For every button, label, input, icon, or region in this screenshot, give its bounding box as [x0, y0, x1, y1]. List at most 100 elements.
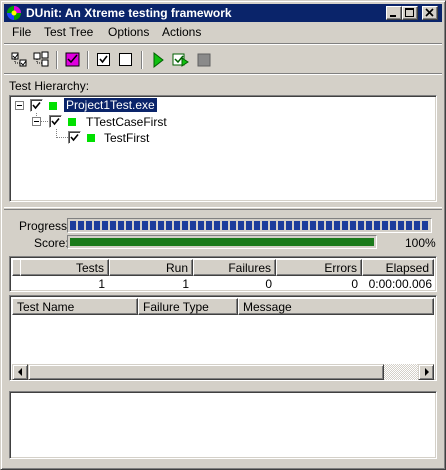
- progress-segment: [294, 221, 300, 230]
- minimize-button[interactable]: [386, 6, 402, 20]
- toolbar-separator: [87, 51, 89, 69]
- run-selected-button[interactable]: [170, 50, 190, 70]
- progress-segment: [262, 221, 268, 230]
- stats-header-tests[interactable]: Tests: [20, 259, 109, 276]
- menu-actions[interactable]: Actions: [160, 25, 203, 39]
- score-fill-bar: [70, 238, 374, 246]
- toolbar-top-separator: [4, 43, 442, 45]
- test-tree[interactable]: Project1Test.exe TTestCaseFirst TestFirs…: [9, 95, 437, 202]
- check-icon: [97, 53, 110, 66]
- title-bar[interactable]: DUnit: An Xtreme testing framework: [4, 4, 442, 22]
- run-button[interactable]: [148, 50, 168, 70]
- select-all-button[interactable]: [10, 50, 30, 70]
- scroll-left-button[interactable]: [12, 364, 28, 380]
- progress-segment: [374, 221, 380, 230]
- score-bar: [67, 235, 377, 249]
- maximize-button[interactable]: [402, 6, 418, 20]
- progress-segment: [230, 221, 236, 230]
- progress-segment: [150, 221, 156, 230]
- progress-segment: [158, 221, 164, 230]
- menu-bar: File Test Tree Options Actions: [4, 23, 442, 42]
- menu-file[interactable]: File: [10, 25, 33, 39]
- tree-node-label[interactable]: TTestCaseFirst: [86, 115, 167, 129]
- tree-node-label[interactable]: Project1Test.exe: [63, 97, 158, 113]
- progress-segment: [358, 221, 364, 230]
- dunit-logo-icon: [7, 6, 21, 20]
- select-failed-button[interactable]: [63, 50, 83, 70]
- progress-segment: [214, 221, 220, 230]
- progress-segment: [326, 221, 332, 230]
- splitter[interactable]: [4, 207, 442, 210]
- node-checkbox[interactable]: [68, 131, 81, 144]
- progress-segment: [302, 221, 308, 230]
- test-hierarchy-label: Test Hierarchy:: [9, 79, 90, 93]
- progress-bar: [67, 218, 432, 233]
- score-label: Score:: [34, 236, 69, 250]
- collapse-icon[interactable]: [32, 117, 41, 126]
- tree-node-testcase[interactable]: TTestCaseFirst: [10, 114, 430, 130]
- stats-header-errors[interactable]: Errors: [276, 259, 362, 276]
- tree-node-label[interactable]: TestFirst: [104, 131, 149, 145]
- failure-header-message[interactable]: Message: [238, 298, 434, 315]
- progress-segment: [318, 221, 324, 230]
- progress-segment: [198, 221, 204, 230]
- collapse-icon[interactable]: [15, 101, 24, 110]
- stats-header-failures[interactable]: Failures: [193, 259, 276, 276]
- progress-label: Progress:: [19, 219, 71, 233]
- select-all-icon: [11, 52, 27, 67]
- status-passed-icon: [68, 118, 76, 126]
- check-icon: [70, 133, 79, 142]
- tree-node-project[interactable]: Project1Test.exe: [10, 97, 430, 114]
- deselect-all-icon: [33, 51, 49, 67]
- close-icon: [425, 8, 434, 17]
- failure-list[interactable]: Test Name Failure Type Message: [9, 295, 437, 381]
- toolbar-bottom-separator: [4, 73, 442, 75]
- arrow-right-icon: [425, 368, 429, 376]
- tree-node-test[interactable]: TestFirst: [10, 130, 430, 146]
- progress-segment: [110, 221, 116, 230]
- progress-segment: [366, 221, 372, 230]
- stats-header-run[interactable]: Run: [109, 259, 193, 276]
- menu-test-tree[interactable]: Test Tree: [42, 25, 95, 39]
- menu-options[interactable]: Options: [106, 25, 151, 39]
- node-checkbox[interactable]: [49, 115, 62, 128]
- uncheck-all-button[interactable]: [116, 50, 136, 70]
- progress-segment: [286, 221, 292, 230]
- progress-segment: [390, 221, 396, 230]
- stats-errors-value: 0: [351, 277, 358, 291]
- check-icon: [32, 101, 41, 110]
- progress-segment: [126, 221, 132, 230]
- failure-header-failure-type[interactable]: Failure Type: [138, 298, 238, 315]
- toolbar-separator: [56, 51, 58, 69]
- stop-button[interactable]: [194, 50, 214, 70]
- splitter[interactable]: [4, 292, 442, 294]
- stats-run-value: 1: [182, 277, 189, 291]
- stats-tests-value: 1: [98, 277, 105, 291]
- scroll-right-button[interactable]: [418, 364, 434, 380]
- score-percent: 100%: [405, 236, 436, 250]
- horizontal-scrollbar-thumb[interactable]: [28, 364, 384, 380]
- node-checkbox[interactable]: [30, 99, 43, 112]
- stop-icon: [197, 53, 211, 67]
- uncheck-icon: [119, 53, 132, 66]
- progress-segment: [174, 221, 180, 230]
- progress-segment: [406, 221, 412, 230]
- dunit-window: DUnit: An Xtreme testing framework File …: [0, 0, 446, 470]
- progress-segment: [350, 221, 356, 230]
- run-icon: [153, 51, 164, 69]
- progress-segment: [414, 221, 420, 230]
- progress-segment: [190, 221, 196, 230]
- progress-segment: [86, 221, 92, 230]
- progress-segment: [78, 221, 84, 230]
- select-failed-icon: [65, 52, 80, 67]
- progress-segment: [334, 221, 340, 230]
- progress-segment: [102, 221, 108, 230]
- check-all-button[interactable]: [94, 50, 114, 70]
- error-details-memo[interactable]: [9, 391, 437, 459]
- stats-header-elapsed[interactable]: Elapsed: [362, 259, 434, 276]
- stats-table: Tests Run Failures Errors Elapsed 1 1 0 …: [9, 256, 437, 292]
- close-button[interactable]: [422, 6, 438, 20]
- maximize-icon: [405, 8, 414, 17]
- failure-header-test-name[interactable]: Test Name: [12, 298, 138, 315]
- deselect-all-button[interactable]: [32, 50, 52, 70]
